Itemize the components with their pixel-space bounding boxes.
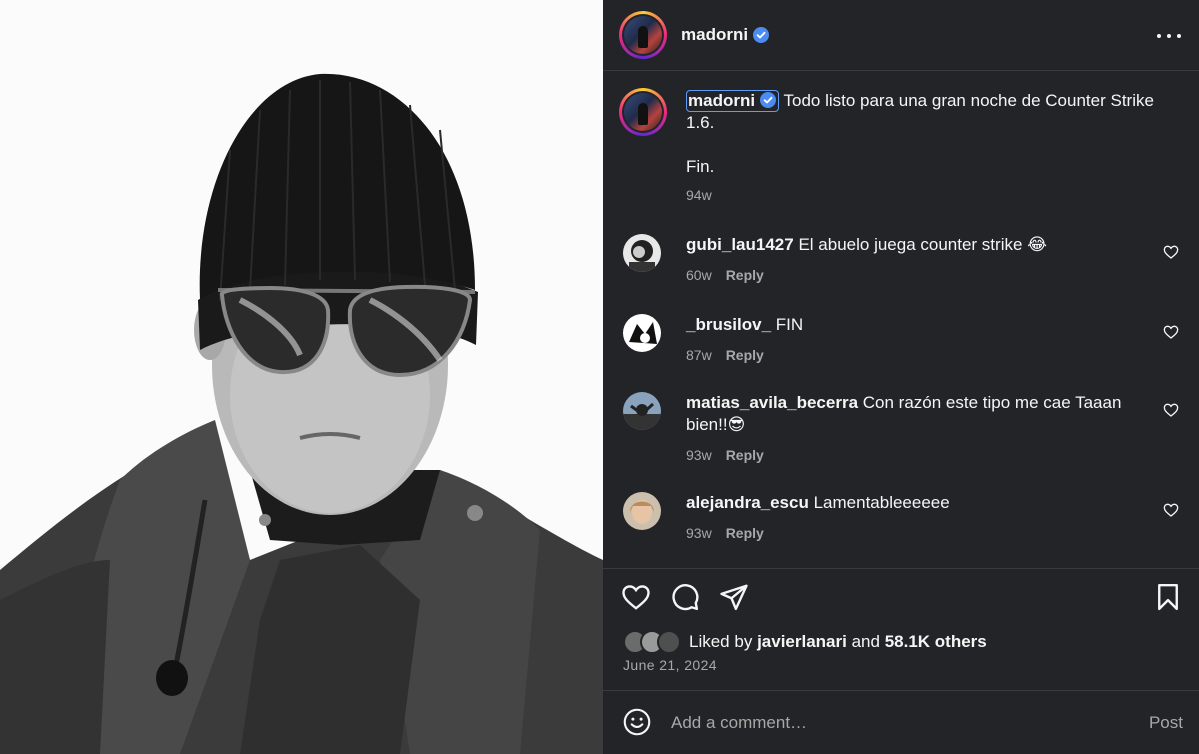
comment-time: 93w (686, 525, 712, 541)
comment-like-heart-icon[interactable] (1163, 402, 1179, 418)
caption-text-2: Fin. (686, 157, 715, 176)
comment-username[interactable]: matias_avila_becerra (686, 393, 858, 412)
reply-button[interactable]: Reply (726, 447, 764, 463)
commenter-avatar[interactable] (623, 392, 661, 430)
liker-username[interactable]: javierlanari (757, 632, 847, 652)
comment-time: 93w (686, 447, 712, 463)
verified-badge-icon (753, 27, 770, 43)
verified-badge-icon (760, 92, 777, 108)
commenter-avatar[interactable] (623, 314, 661, 352)
post-modal: madorni madorni Todo listo para una gran… (0, 0, 1199, 754)
selfie-image (0, 0, 603, 754)
post-header: madorni (603, 0, 1199, 71)
commenter-avatar[interactable] (623, 234, 661, 272)
comment-text: El abuelo juega counter strike 😂 (798, 235, 1048, 254)
post-date[interactable]: June 21, 2024 (623, 657, 717, 673)
comment-time: 87w (686, 347, 712, 363)
comment-time: 60w (686, 267, 712, 283)
caption-avatar[interactable] (619, 88, 667, 136)
bookmark-icon[interactable] (1153, 582, 1183, 612)
comment-username[interactable]: alejandra_escu (686, 493, 809, 512)
author-username[interactable]: madorni (681, 25, 748, 45)
emoji-icon[interactable] (623, 708, 651, 736)
paper-plane-icon[interactable] (719, 582, 749, 612)
reply-button[interactable]: Reply (726, 525, 764, 541)
comment-bubble-icon[interactable] (670, 582, 700, 612)
caption-username[interactable]: madorni (686, 90, 780, 112)
author-avatar[interactable] (619, 11, 667, 59)
comment-like-heart-icon[interactable] (1163, 244, 1179, 260)
post-details-panel: madorni madorni Todo listo para una gran… (603, 0, 1199, 754)
comment-username[interactable]: _brusilov_ (686, 315, 771, 334)
comment-like-heart-icon[interactable] (1163, 324, 1179, 340)
reply-button[interactable]: Reply (726, 347, 764, 363)
post-actions: Liked by javierlanari and 58.1K others J… (603, 568, 1199, 690)
post-photo[interactable] (0, 0, 603, 754)
caption-time: 94w (686, 187, 712, 203)
comment-username[interactable]: gubi_lau1427 (686, 235, 794, 254)
reply-button[interactable]: Reply (726, 267, 764, 283)
comment-text: FIN (775, 315, 804, 334)
likes-and: and (851, 632, 880, 651)
more-options-icon[interactable] (1157, 24, 1181, 48)
add-comment-bar: Post (603, 690, 1199, 754)
comment-input[interactable] (669, 709, 1113, 737)
post-comment-button[interactable]: Post (1149, 713, 1183, 733)
comments-list: madorni Todo listo para una gran noche d… (603, 72, 1199, 568)
comment-like-heart-icon[interactable] (1163, 502, 1179, 518)
likes-prefix: Liked by (689, 632, 753, 651)
liker-avatars (623, 630, 681, 654)
likes-others[interactable]: 58.1K others (885, 632, 987, 652)
heart-icon[interactable] (621, 582, 651, 612)
comment-text: Lamentableeeeee (813, 493, 950, 512)
likes-summary: Liked by javierlanari and 58.1K others (623, 630, 987, 654)
commenter-avatar[interactable] (623, 492, 661, 530)
